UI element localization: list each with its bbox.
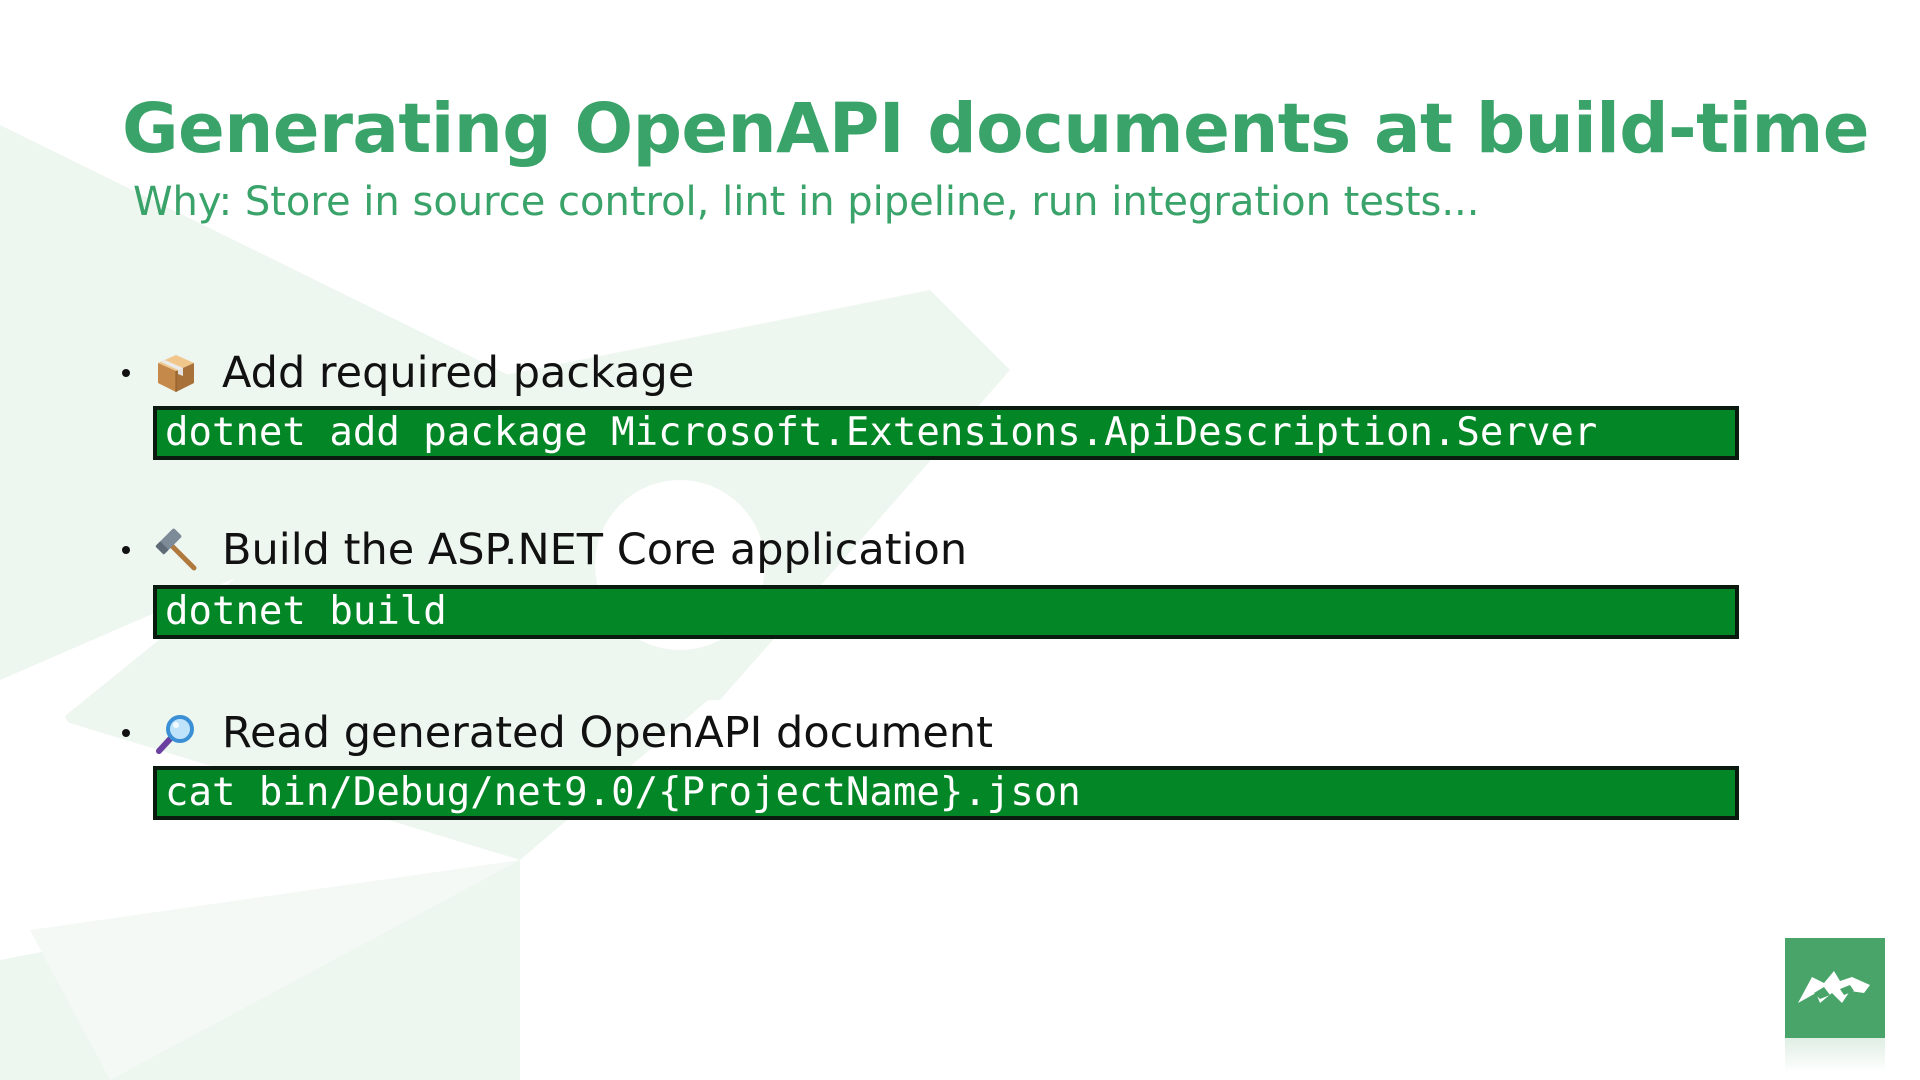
slide-subtitle: Why: Store in source control, lint in pi… — [133, 179, 1480, 225]
magnifying-glass-icon — [154, 711, 198, 755]
slide: Generating OpenAPI documents at build-ti… — [0, 0, 1920, 1080]
command-build[interactable]: dotnet build — [153, 585, 1739, 639]
bullet-text: Read generated OpenAPI document — [222, 708, 993, 758]
bullet-dot — [122, 546, 130, 554]
logo-reflection — [1785, 1038, 1885, 1072]
bullet-dot — [122, 729, 130, 737]
bullet-dot — [122, 369, 130, 377]
bullet-build: Build the ASP.NET Core application — [122, 522, 967, 578]
command-read-document[interactable]: cat bin/Debug/net9.0/{ProjectName}.json — [153, 766, 1739, 820]
brand-logo — [1785, 938, 1885, 1038]
bullet-text: Build the ASP.NET Core application — [222, 525, 968, 575]
slide-title: Generating OpenAPI documents at build-ti… — [122, 89, 1870, 169]
bullet-text: Add required package — [222, 348, 695, 398]
bullet-read-document: Read generated OpenAPI document — [122, 705, 993, 761]
bullet-add-package: Add required package — [122, 345, 694, 401]
hammer-icon — [154, 528, 198, 572]
package-icon — [154, 351, 198, 395]
logo-icon — [1798, 971, 1870, 1003]
command-add-package[interactable]: dotnet add package Microsoft.Extensions.… — [153, 406, 1739, 460]
